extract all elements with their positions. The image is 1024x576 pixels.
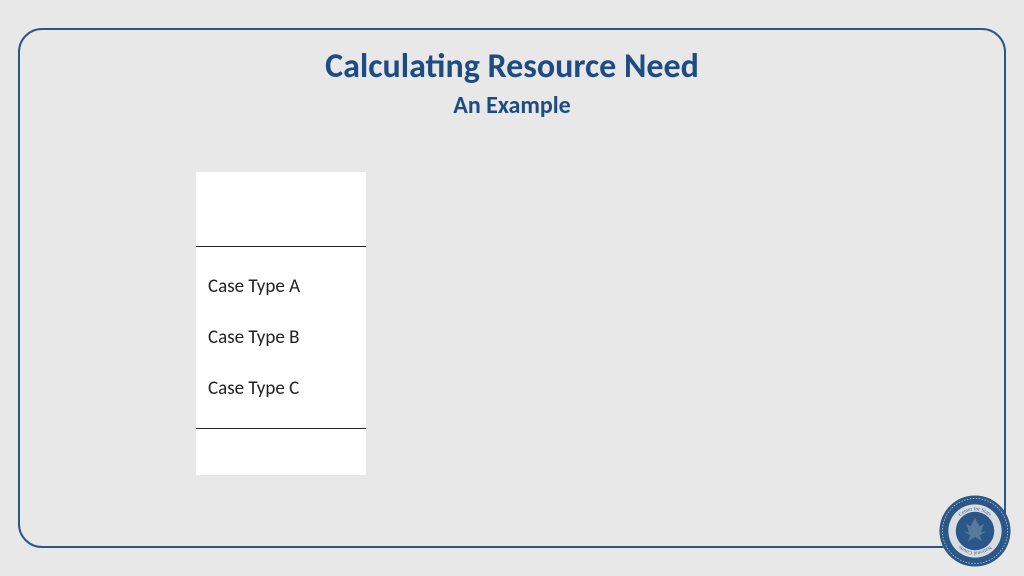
ncsc-seal-icon: Center for State National Courts: [938, 494, 1012, 568]
table-footer-blank: [196, 429, 366, 475]
table-header-blank: [196, 172, 366, 246]
slide-title: Calculating Resource Need: [20, 46, 1004, 87]
slide-subtitle: An Example: [20, 91, 1004, 120]
table-body: Case Type A Case Type B Case Type C: [196, 247, 366, 428]
table-row: Case Type C: [208, 363, 354, 414]
table-row: Case Type A: [208, 261, 354, 312]
table-row: Case Type B: [208, 312, 354, 363]
case-type-table: Case Type A Case Type B Case Type C: [196, 172, 366, 475]
slide-frame: Calculating Resource Need An Example Cas…: [18, 28, 1006, 548]
